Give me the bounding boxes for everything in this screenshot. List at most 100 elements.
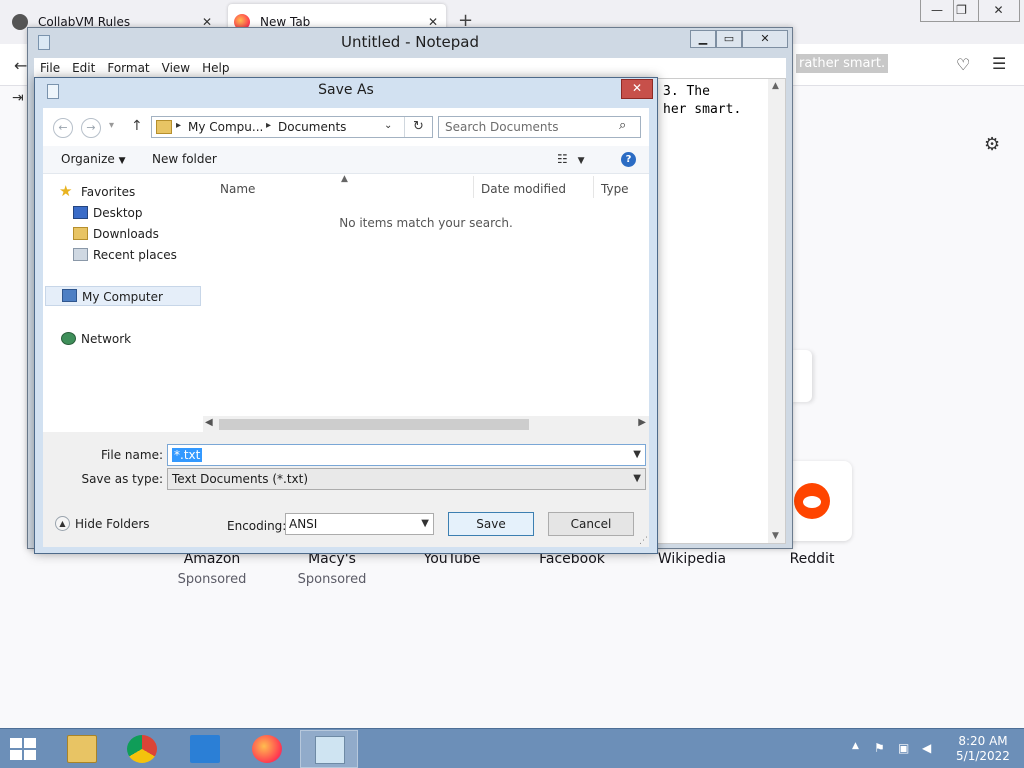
- chrome-icon: [127, 735, 157, 763]
- scroll-left-icon[interactable]: ◀: [205, 417, 213, 428]
- taskbar-firefox[interactable]: [238, 730, 296, 768]
- hide-folders-label: Hide Folders: [75, 517, 150, 531]
- breadcrumb-separator-icon[interactable]: ▸: [176, 120, 181, 131]
- nav-label: Network: [81, 332, 132, 346]
- notepad-menubar: File Edit Format View Help: [34, 58, 786, 78]
- chevron-down-icon[interactable]: ▼: [421, 518, 429, 529]
- file-list-pane[interactable]: ▲ Name Date modified Type No items match…: [203, 174, 649, 432]
- downloads-folder-icon: [73, 227, 88, 240]
- save-as-dialog: Save As ✕ ← → ▾ ↑ ▸ My Compu... ▸ Docume…: [34, 77, 658, 554]
- breadcrumb-separator-icon[interactable]: ▸: [266, 120, 271, 131]
- search-icon[interactable]: ⌕: [619, 118, 626, 133]
- command-bar: Organize ▼ New folder ☷ ▼ ?: [43, 146, 649, 174]
- file-explorer-icon: [67, 735, 97, 763]
- save-as-type-value: Text Documents (*.txt): [172, 472, 309, 486]
- forward-button[interactable]: →: [81, 118, 101, 138]
- menu-icon[interactable]: ☰: [992, 54, 1006, 73]
- menu-view[interactable]: View: [156, 58, 196, 78]
- search-box[interactable]: ⌕: [438, 116, 641, 138]
- empty-message: No items match your search.: [339, 216, 513, 230]
- save-as-type-label: Save as type:: [81, 472, 163, 486]
- start-button[interactable]: [10, 738, 36, 760]
- address-dropdown-icon[interactable]: ⌄: [384, 120, 392, 131]
- back-button[interactable]: ←: [53, 118, 73, 138]
- resize-grip-icon[interactable]: ⋰: [639, 536, 648, 546]
- star-icon: ★: [59, 182, 73, 200]
- chevron-down-icon[interactable]: ▼: [633, 473, 641, 484]
- column-header-name[interactable]: Name: [220, 182, 255, 196]
- notepad-maximize-button[interactable]: ▭: [716, 30, 742, 48]
- volume-icon[interactable]: ◀: [922, 741, 931, 755]
- chevron-down-icon: ▼: [118, 156, 126, 166]
- notepad-scrollbar[interactable]: ▲ ▼: [768, 79, 785, 543]
- refresh-icon[interactable]: ↻: [404, 117, 432, 137]
- new-folder-button[interactable]: New folder: [152, 152, 217, 166]
- clock-date: 5/1/2022: [956, 749, 1010, 763]
- menu-help[interactable]: Help: [196, 58, 235, 78]
- menu-format[interactable]: Format: [101, 58, 155, 78]
- taskbar: ▲ ⚑ ▣ ◀ 8:20 AM 5/1/2022: [0, 728, 1024, 768]
- recent-places-icon: [73, 248, 88, 261]
- scroll-up-icon[interactable]: ▲: [772, 81, 779, 91]
- desktop-icon: [73, 206, 88, 219]
- browser-close-button[interactable]: ✕: [978, 0, 1020, 22]
- taskbar-chrome[interactable]: [113, 730, 171, 768]
- nav-item-desktop[interactable]: Desktop: [63, 203, 193, 223]
- windows-logo-icon: [24, 738, 36, 748]
- notepad-minimize-button[interactable]: ▁: [690, 30, 716, 48]
- column-header-date-modified[interactable]: Date modified: [481, 182, 566, 196]
- nav-item-recent-places[interactable]: Recent places: [63, 245, 193, 265]
- back-arrow-icon[interactable]: ←: [14, 56, 27, 75]
- address-bar[interactable]: ▸ My Compu... ▸ Documents ⌄ ↻: [151, 116, 433, 138]
- network-status-icon[interactable]: ▣: [898, 741, 909, 755]
- scrollbar-thumb[interactable]: [219, 419, 529, 430]
- dialog-title: Save As: [318, 82, 374, 98]
- notepad-close-button[interactable]: ✕: [742, 30, 788, 48]
- up-arrow-icon[interactable]: ↑: [131, 118, 143, 134]
- breadcrumb-documents[interactable]: Documents: [278, 120, 346, 134]
- file-name-input[interactable]: *.txt ▼: [167, 444, 646, 466]
- save-as-type-select[interactable]: Text Documents (*.txt) ▼: [167, 468, 646, 490]
- breadcrumb-computer[interactable]: My Compu...: [188, 120, 263, 134]
- encoding-select[interactable]: ANSI ▼: [285, 513, 434, 535]
- column-divider[interactable]: [473, 176, 474, 198]
- organize-button[interactable]: Organize ▼: [61, 152, 126, 166]
- search-input[interactable]: [445, 119, 615, 135]
- recent-locations-chevron-icon[interactable]: ▾: [109, 120, 114, 131]
- taskbar-explorer[interactable]: [53, 730, 111, 768]
- horizontal-scrollbar[interactable]: ◀ ▶: [203, 416, 649, 432]
- scroll-down-icon[interactable]: ▼: [772, 531, 779, 541]
- help-icon[interactable]: ?: [621, 152, 636, 167]
- scroll-right-icon[interactable]: ▶: [638, 417, 646, 428]
- clock[interactable]: 8:20 AM 5/1/2022: [950, 734, 1016, 764]
- browser-restore-button[interactable]: ❐: [945, 0, 979, 22]
- notepad-title: Untitled - Notepad: [340, 33, 480, 51]
- chevron-down-icon[interactable]: ▼: [633, 449, 641, 460]
- action-center-flag-icon[interactable]: ⚑: [874, 741, 885, 755]
- pocket-icon[interactable]: ♡: [956, 55, 970, 74]
- sponsored-label: Sponsored: [177, 572, 247, 587]
- sun-app-icon: [190, 735, 220, 763]
- nav-label: Recent places: [93, 248, 177, 262]
- taskbar-app[interactable]: [176, 730, 234, 768]
- column-divider[interactable]: [593, 176, 594, 198]
- show-hidden-icons-chevron-icon[interactable]: ▲: [852, 741, 859, 751]
- change-view-button[interactable]: ☷ ▼: [557, 152, 585, 166]
- save-button[interactable]: Save: [448, 512, 534, 536]
- column-header-type[interactable]: Type: [601, 182, 629, 196]
- text-line: her smart.: [663, 102, 742, 117]
- sort-arrow-icon: ▲: [341, 174, 348, 184]
- menu-file[interactable]: File: [34, 58, 66, 78]
- cancel-button[interactable]: Cancel: [548, 512, 634, 536]
- menu-edit[interactable]: Edit: [66, 58, 101, 78]
- nav-item-network[interactable]: Network: [53, 329, 193, 349]
- site-label-reddit[interactable]: Reddit: [752, 551, 872, 567]
- taskbar-notepad[interactable]: [300, 730, 358, 768]
- nav-item-favorites[interactable]: ★ Favorites: [53, 182, 193, 202]
- settings-gear-icon[interactable]: ⚙: [984, 134, 1000, 155]
- dialog-close-button[interactable]: ✕: [621, 79, 653, 99]
- sign-in-icon[interactable]: ⇥: [12, 90, 24, 106]
- nav-item-my-computer[interactable]: My Computer: [45, 286, 201, 306]
- nav-item-downloads[interactable]: Downloads: [63, 224, 193, 244]
- nav-label: My Computer: [82, 290, 163, 304]
